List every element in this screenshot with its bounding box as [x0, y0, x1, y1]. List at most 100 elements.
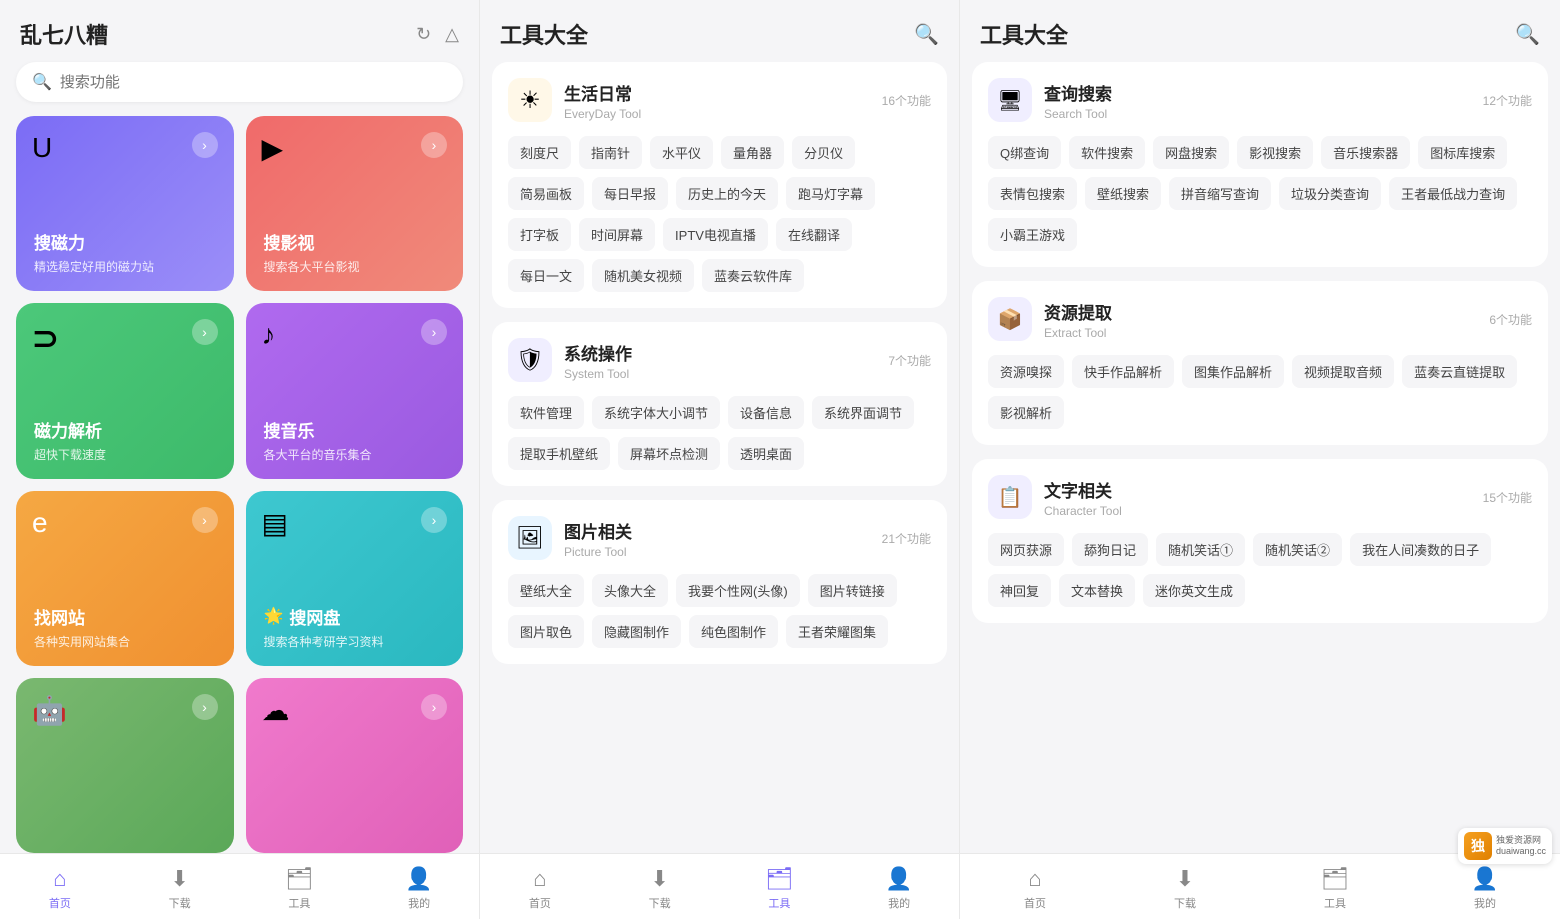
alert-icon[interactable]: △: [445, 24, 459, 45]
tag-video-extract-audio[interactable]: 视频提取音频: [1292, 355, 1394, 388]
tag-lanzou[interactable]: 蓝奏云软件库: [702, 259, 804, 292]
left-nav-mine[interactable]: 👤 我的: [359, 862, 479, 915]
card-android-icon: 🤖: [32, 694, 67, 727]
tag-history-today[interactable]: 历史上的今天: [676, 177, 778, 210]
tag-avatar-all[interactable]: 头像大全: [592, 574, 668, 607]
tag-system-ui[interactable]: 系统界面调节: [812, 396, 914, 429]
tag-mini-english[interactable]: 迷你英文生成: [1143, 574, 1245, 607]
tag-hidden-img[interactable]: 隐藏图制作: [592, 615, 681, 648]
tag-q-bind[interactable]: Q绑查询: [988, 136, 1061, 169]
mid-search-icon[interactable]: 🔍: [914, 22, 939, 47]
mid-nav-mine[interactable]: 👤 我的: [839, 862, 959, 915]
watermark-icon: 独: [1464, 832, 1492, 860]
tag-video-parse[interactable]: 影视解析: [988, 396, 1064, 429]
mid-nav-home[interactable]: ⌂ 首页: [480, 862, 600, 915]
tag-level[interactable]: 水平仪: [650, 136, 713, 169]
tag-wallpaper-all[interactable]: 壁纸大全: [508, 574, 584, 607]
tag-joke1[interactable]: 随机笑话①: [1156, 533, 1245, 566]
tag-wallpaper-search[interactable]: 壁纸搜索: [1085, 177, 1161, 210]
tag-img-link[interactable]: 图片转链接: [808, 574, 897, 607]
tag-extract-wallpaper[interactable]: 提取手机壁纸: [508, 437, 610, 470]
card-music[interactable]: ♪ › 搜音乐 各大平台的音乐集合: [246, 303, 464, 478]
card-disk-sub: 搜索各种考研学习资料: [264, 633, 446, 650]
tag-dog-diary[interactable]: 舔狗日记: [1072, 533, 1148, 566]
tag-iptv[interactable]: IPTV电视直播: [663, 218, 768, 251]
tag-decibel[interactable]: 分贝仪: [792, 136, 855, 169]
card-cloud[interactable]: ☁ ›: [246, 678, 464, 853]
tag-font-size[interactable]: 系统字体大小调节: [592, 396, 720, 429]
tag-icon-search[interactable]: 图标库搜索: [1418, 136, 1507, 169]
tag-music-search[interactable]: 音乐搜索器: [1321, 136, 1410, 169]
left-nav-tools[interactable]: 🗂 工具: [240, 862, 360, 915]
tag-kuaishou-parse[interactable]: 快手作品解析: [1072, 355, 1174, 388]
tag-text-replace[interactable]: 文本替换: [1059, 574, 1135, 607]
tag-compass[interactable]: 指南针: [579, 136, 642, 169]
tag-lanzou-extract[interactable]: 蓝奏云直链提取: [1402, 355, 1517, 388]
tag-translate[interactable]: 在线翻译: [776, 218, 852, 251]
section-everyday-info: 生活日常 EveryDay Tool: [564, 80, 641, 121]
section-picture-header: 🖼 图片相关 Picture Tool 21个功能: [508, 516, 931, 560]
card-cloud-icon: ☁: [262, 694, 290, 727]
tag-morning-news[interactable]: 每日早报: [592, 177, 668, 210]
card-magnet-parse-title: 磁力解析: [34, 417, 216, 442]
tag-transparent-desk[interactable]: 透明桌面: [728, 437, 804, 470]
right-search-icon[interactable]: 🔍: [1515, 22, 1540, 47]
refresh-icon[interactable]: ↻: [416, 24, 431, 45]
section-system-tags: 软件管理 系统字体大小调节 设备信息 系统界面调节 提取手机壁纸 屏幕坏点检测 …: [508, 396, 931, 470]
left-nav-home[interactable]: ⌂ 首页: [0, 862, 120, 915]
tag-time-screen[interactable]: 时间屏幕: [579, 218, 655, 251]
section-system: 🛡 系统操作 System Tool 7个功能 软件管理 系统字体大小调节 设备…: [492, 322, 947, 486]
card-magnet[interactable]: U › 搜磁力 精选稳定好用的磁力站: [16, 116, 234, 291]
tag-drawboard[interactable]: 简易画板: [508, 177, 584, 210]
tag-joke2[interactable]: 随机笑话②: [1253, 533, 1342, 566]
tag-typewriter[interactable]: 打字板: [508, 218, 571, 251]
tag-personal-avatar[interactable]: 我要个性网(头像): [676, 574, 800, 607]
card-android[interactable]: 🤖 ›: [16, 678, 234, 853]
section-char-tags: 网页获源 舔狗日记 随机笑话① 随机笑话② 我在人间凑数的日子 神回复 文本替换…: [988, 533, 1532, 607]
mid-content: ☀ 生活日常 EveryDay Tool 16个功能 刻度尺 指南针 水平仪 量…: [480, 62, 959, 853]
card-video[interactable]: ▶ › 搜影视 搜索各大平台影视: [246, 116, 464, 291]
tag-daily-text[interactable]: 每日一文: [508, 259, 584, 292]
right-nav-tools[interactable]: 🗂 工具: [1260, 862, 1410, 915]
mid-nav-download[interactable]: ⬇ 下载: [600, 862, 720, 915]
right-nav-mine[interactable]: 👤 我的: [1410, 862, 1560, 915]
tag-marquee[interactable]: 跑马灯字幕: [786, 177, 875, 210]
tag-solid-color[interactable]: 纯色图制作: [689, 615, 778, 648]
right-nav-download[interactable]: ⬇ 下载: [1110, 862, 1260, 915]
tag-dead-pixel[interactable]: 屏幕坏点检测: [618, 437, 720, 470]
tag-emoji-search[interactable]: 表情包搜索: [988, 177, 1077, 210]
tag-god-reply[interactable]: 神回复: [988, 574, 1051, 607]
tag-honor-img[interactable]: 王者荣耀图集: [786, 615, 888, 648]
card-music-icon: ♪: [262, 319, 276, 351]
card-findweb[interactable]: e › 找网站 各种实用网站集合: [16, 491, 234, 666]
tag-mini-hegemon[interactable]: 小霸王游戏: [988, 218, 1077, 251]
tag-device-info[interactable]: 设备信息: [728, 396, 804, 429]
search-bar-left[interactable]: 🔍: [16, 62, 463, 102]
section-char-title: 文字相关: [1044, 477, 1122, 502]
tag-human-world[interactable]: 我在人间凑数的日子: [1350, 533, 1491, 566]
tag-video-search[interactable]: 影视搜索: [1237, 136, 1313, 169]
section-everyday-tags: 刻度尺 指南针 水平仪 量角器 分贝仪 简易画板 每日早报 历史上的今天 跑马灯…: [508, 136, 931, 292]
search-input-left[interactable]: [60, 74, 447, 91]
tag-software-search[interactable]: 软件搜索: [1069, 136, 1145, 169]
tag-webpage-source[interactable]: 网页获源: [988, 533, 1064, 566]
tag-software-mgmt[interactable]: 软件管理: [508, 396, 584, 429]
section-picture-header-left: 🖼 图片相关 Picture Tool: [508, 516, 632, 560]
card-disk[interactable]: ▤ › 🌟 搜网盘 搜索各种考研学习资料: [246, 491, 464, 666]
tag-disk-search[interactable]: 网盘搜索: [1153, 136, 1229, 169]
tag-color-pick[interactable]: 图片取色: [508, 615, 584, 648]
tag-resource-sniff[interactable]: 资源嗅探: [988, 355, 1064, 388]
mid-panel: 工具大全 🔍 ☀ 生活日常 EveryDay Tool 16个功能 刻度尺 指南…: [480, 0, 960, 919]
tag-protractor[interactable]: 量角器: [721, 136, 784, 169]
tag-pinyin-abbr[interactable]: 拼音缩写查询: [1169, 177, 1271, 210]
left-nav-download[interactable]: ⬇ 下载: [120, 862, 240, 915]
tag-album-parse[interactable]: 图集作品解析: [1182, 355, 1284, 388]
section-picture-title: 图片相关: [564, 518, 632, 543]
right-nav-home[interactable]: ⌂ 首页: [960, 862, 1110, 915]
tag-random-girl[interactable]: 随机美女视频: [592, 259, 694, 292]
tag-garbage-classify[interactable]: 垃圾分类查询: [1279, 177, 1381, 210]
mid-nav-tools[interactable]: 🗂 工具: [720, 862, 840, 915]
card-magnet-parse[interactable]: ⊃ › 磁力解析 超快下载速度: [16, 303, 234, 478]
tag-ruler[interactable]: 刻度尺: [508, 136, 571, 169]
tag-honor-min-power[interactable]: 王者最低战力查询: [1389, 177, 1517, 210]
